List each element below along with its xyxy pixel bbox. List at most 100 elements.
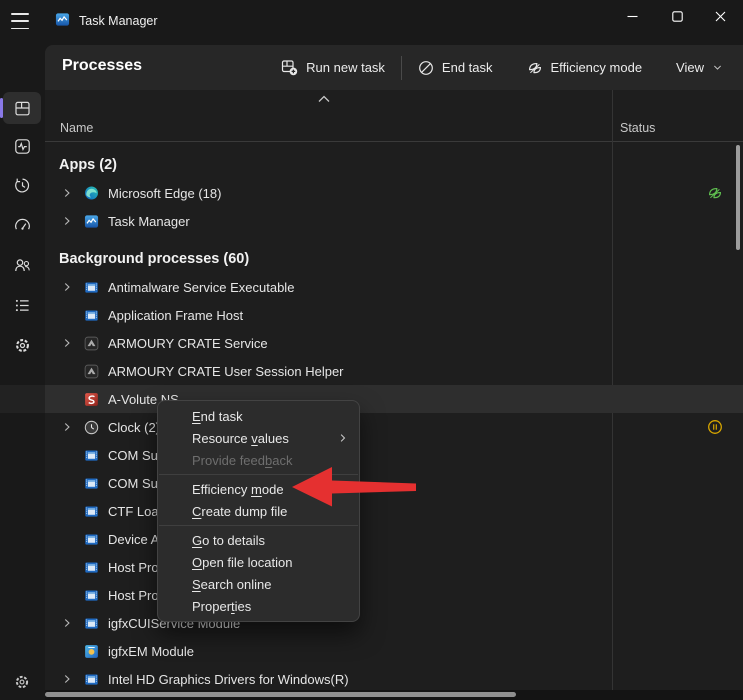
processes-icon	[13, 99, 32, 118]
process-row[interactable]: Device As	[45, 525, 743, 553]
sidebar-item-details[interactable]	[3, 289, 41, 321]
suspended-pause-icon	[612, 419, 723, 435]
toolbar-separator	[401, 56, 402, 80]
sidebar-item-app-history[interactable]	[3, 169, 41, 201]
expand-chevron-icon[interactable]	[60, 420, 84, 434]
process-row[interactable]: Clock (2)	[45, 413, 743, 441]
process-row[interactable]: Intel HD Graphics Drivers for Windows(R)	[45, 665, 743, 693]
menu-item-label: End task	[192, 409, 243, 424]
menu-item-label: Create dump file	[192, 504, 287, 519]
vertical-scrollbar-thumb[interactable]	[736, 145, 740, 250]
sidebar-item-settings[interactable]	[3, 666, 41, 698]
process-row[interactable]: A-Volute NS	[45, 385, 743, 413]
process-name: Application Frame Host	[108, 308, 243, 323]
end-task-label: End task	[442, 60, 493, 75]
performance-icon	[13, 137, 32, 156]
menu-item-label: Provide feedback	[192, 453, 292, 468]
sidebar-item-users[interactable]	[3, 249, 41, 281]
column-header-name[interactable]: Name	[60, 121, 93, 135]
menu-item-provide-feedback: Provide feedback	[158, 449, 359, 471]
toolbar: Processes Run new task End task Efficien…	[45, 45, 743, 90]
expand-chevron-icon[interactable]	[60, 280, 84, 294]
process-row[interactable]: Host Proc	[45, 581, 743, 609]
avolute-icon	[84, 392, 99, 407]
maximize-button[interactable]	[655, 0, 700, 33]
selected-accent-bar	[0, 98, 3, 118]
process-name: ARMOURY CRATE User Session Helper	[108, 364, 344, 379]
process-row[interactable]: COM Surr	[45, 469, 743, 497]
process-row[interactable]: Antimalware Service Executable	[45, 273, 743, 301]
section-label: Apps (2)	[59, 157, 117, 173]
task-manager-app-icon	[55, 12, 70, 27]
horizontal-scrollbar[interactable]	[45, 690, 743, 700]
horizontal-scrollbar-thumb[interactable]	[45, 692, 516, 697]
menu-item-open-file-location[interactable]: Open file location	[158, 551, 359, 573]
process-name: ARMOURY CRATE Service	[108, 336, 268, 351]
exe-icon	[84, 476, 99, 491]
view-dropdown-button[interactable]: View	[666, 54, 733, 81]
page-title: Processes	[62, 57, 142, 75]
process-row[interactable]: Host Proc	[45, 553, 743, 581]
process-row[interactable]: CTF Load	[45, 497, 743, 525]
navigation-menu-button[interactable]	[9, 12, 31, 30]
process-row[interactable]: ARMOURY CRATE Service	[45, 329, 743, 357]
armoury-icon	[84, 364, 99, 379]
minimize-button[interactable]	[610, 0, 655, 33]
process-row[interactable]: Application Frame Host	[45, 301, 743, 329]
efficiency-mode-button[interactable]: Efficiency mode	[517, 54, 653, 82]
menu-item-label: Open file location	[192, 555, 292, 570]
menu-item-label: Efficiency mode	[192, 482, 284, 497]
process-row[interactable]: COM Surr	[45, 441, 743, 469]
process-name: Antimalware Service Executable	[108, 280, 294, 295]
menu-item-end-task[interactable]: End task	[158, 405, 359, 427]
menu-item-resource-values[interactable]: Resource values	[158, 427, 359, 449]
process-row[interactable]: Microsoft Edge (18)	[45, 179, 743, 207]
menu-item-label: Properties	[192, 599, 251, 614]
sort-ascending-chevron-icon	[317, 95, 331, 103]
exe-icon	[84, 560, 99, 575]
efficiency-leaf-icon	[527, 60, 543, 76]
titlebar: Task Manager	[0, 0, 743, 45]
process-row[interactable]: igfxCUIService Module	[45, 609, 743, 637]
context-menu: End task Resource values Provide feedback E…	[157, 400, 360, 622]
exe-icon	[84, 532, 99, 547]
close-button[interactable]	[698, 0, 743, 33]
sidebar-item-performance[interactable]	[3, 130, 41, 162]
chevron-down-icon	[712, 62, 723, 73]
column-header-status[interactable]: Status	[620, 121, 655, 135]
sidebar	[0, 45, 45, 700]
end-task-icon	[418, 60, 434, 76]
expand-chevron-icon[interactable]	[60, 186, 84, 200]
section-header[interactable]: Background processes (60)	[45, 245, 743, 273]
sidebar-item-services[interactable]	[3, 329, 41, 361]
expand-chevron-icon[interactable]	[60, 672, 84, 686]
process-name: Task Manager	[108, 214, 190, 229]
process-name: Microsoft Edge (18)	[108, 186, 221, 201]
exe-icon	[84, 616, 99, 631]
process-row[interactable]: igfxEM Module	[45, 637, 743, 665]
settings-gear-icon	[13, 673, 31, 691]
exe-icon	[84, 448, 99, 463]
process-list: Apps (2) Microsoft Edge (18) Task Manager B…	[45, 143, 743, 693]
expand-chevron-icon[interactable]	[60, 616, 84, 630]
menu-item-go-to-details[interactable]: Go to details	[158, 529, 359, 551]
efficiency-leaf-icon	[612, 185, 723, 201]
efficiency-mode-label: Efficiency mode	[551, 60, 643, 75]
section-header[interactable]: Apps (2)	[45, 151, 743, 179]
igfxem-icon	[84, 644, 99, 659]
menu-item-efficiency-mode[interactable]: Efficiency mode	[158, 478, 359, 500]
expand-chevron-icon[interactable]	[60, 214, 84, 228]
menu-item-search-online[interactable]: Search online	[158, 573, 359, 595]
process-name: igfxEM Module	[108, 644, 194, 659]
expand-chevron-icon[interactable]	[60, 336, 84, 350]
menu-item-properties[interactable]: Properties	[158, 595, 359, 617]
sidebar-item-processes[interactable]	[3, 92, 41, 124]
sidebar-item-startup-apps[interactable]	[3, 209, 41, 241]
menu-item-create-dump-file[interactable]: Create dump file	[158, 500, 359, 522]
end-task-button[interactable]: End task	[408, 54, 503, 82]
run-new-task-button[interactable]: Run new task	[271, 53, 395, 82]
edge-icon	[84, 186, 99, 201]
process-row[interactable]: ARMOURY CRATE User Session Helper	[45, 357, 743, 385]
window-title: Task Manager	[79, 14, 158, 28]
process-row[interactable]: Task Manager	[45, 207, 743, 235]
